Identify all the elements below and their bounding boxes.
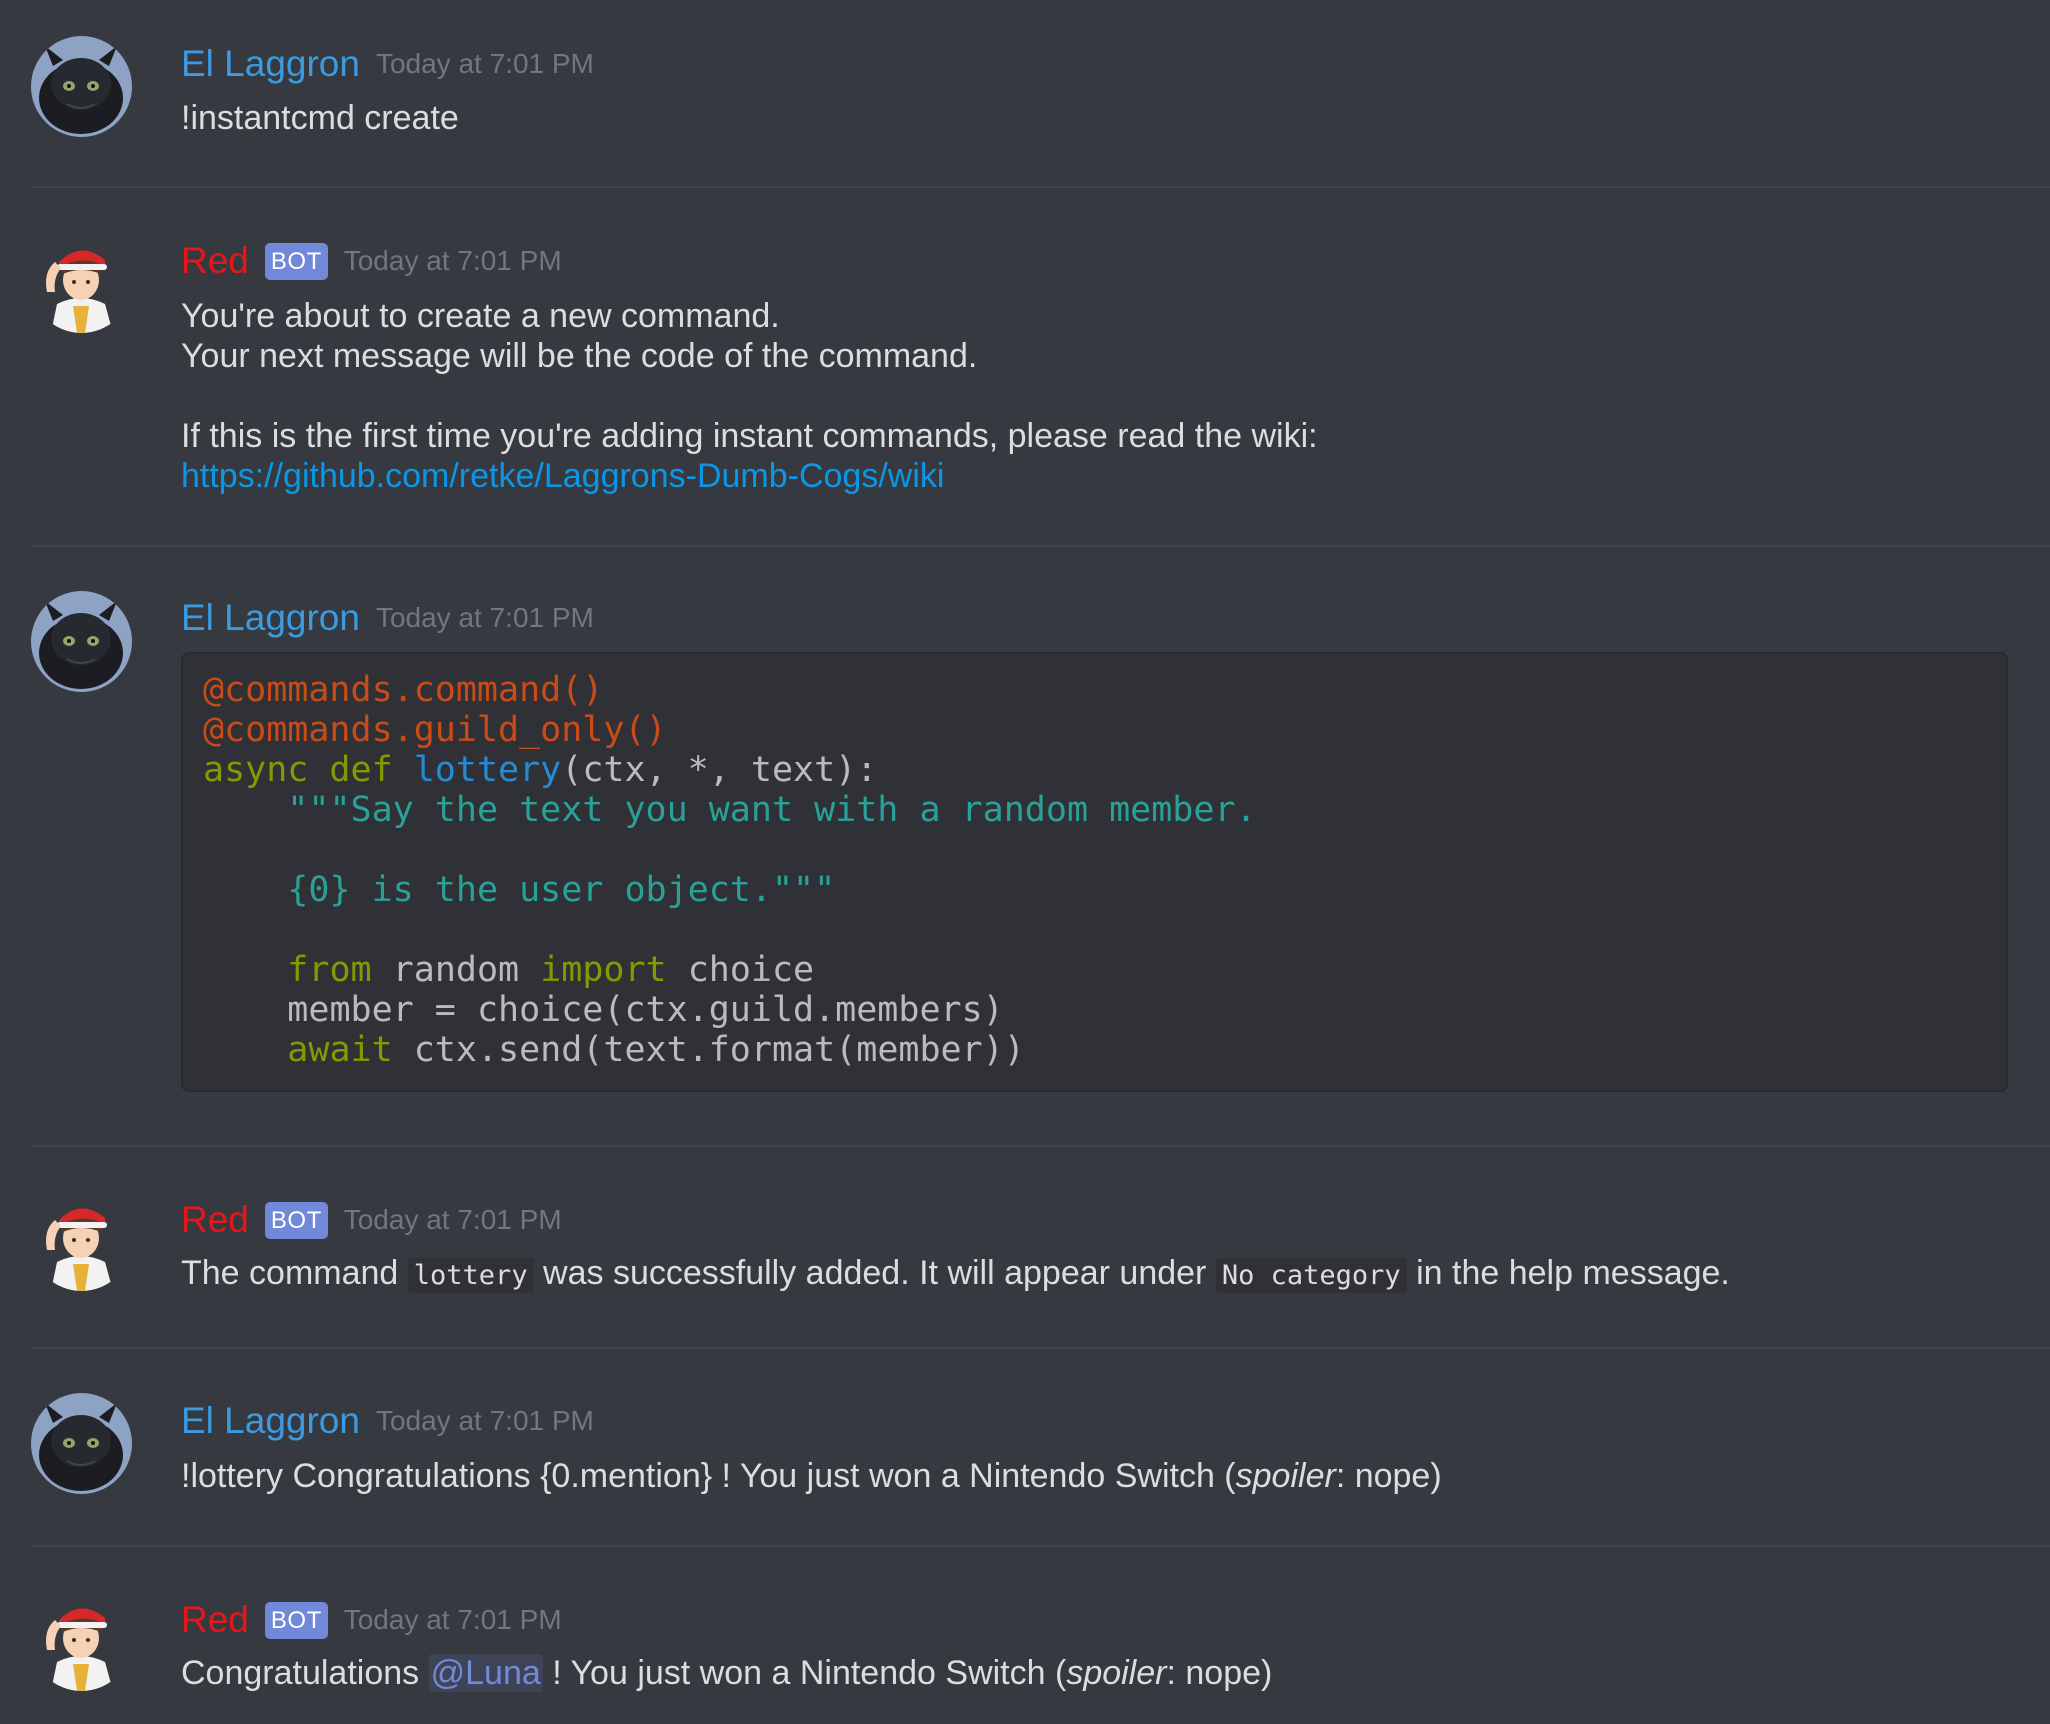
message-content: Congratulations @Luna ! You just won a N… [181, 1653, 1272, 1693]
code-line: @commands.command() [203, 670, 604, 710]
author-name[interactable]: El Laggron [181, 43, 360, 85]
italic-text: spoiler [1066, 1654, 1167, 1692]
message-line: Your next message will be the code of th… [181, 337, 978, 375]
author-name[interactable]: Red [181, 1599, 249, 1641]
bot-badge: BOT [264, 242, 328, 280]
code-text: choice [687, 950, 815, 990]
message-text: ! You just won a Nintendo Switch ( [552, 1654, 1067, 1692]
message-text: : nope) [1335, 1457, 1442, 1495]
trainer-avatar[interactable] [31, 1590, 132, 1691]
message-header: Red BOT Today at 7:01 PM [181, 236, 562, 286]
message-text: !lottery Congratulations {0.mention} ! Y… [181, 1457, 1236, 1495]
message-divider [31, 1347, 2050, 1349]
code-keyword: await [287, 1030, 393, 1070]
code-line: @commands.guild_only() [203, 710, 667, 750]
message-header: El Laggron Today at 7:01 PM [181, 593, 594, 643]
message-text: in the help message. [1416, 1254, 1730, 1292]
message-divider [31, 545, 2050, 547]
bot-badge: BOT [264, 1601, 328, 1639]
inline-code: lottery [407, 1258, 534, 1293]
message-content: !lottery Congratulations {0.mention} ! Y… [181, 1456, 1442, 1496]
chat-messages: El Laggron Today at 7:01 PM !instantcmd … [0, 0, 2050, 1724]
message-divider [31, 1545, 2050, 1547]
code-text: ctx.send(text.format(member)) [413, 1030, 1025, 1070]
message-header: El Laggron Today at 7:01 PM [181, 39, 594, 89]
author-name[interactable]: El Laggron [181, 597, 360, 639]
user-mention[interactable]: @Luna [428, 1654, 543, 1692]
wiki-link-container: https://github.com/retke/Laggrons-Dumb-C… [181, 456, 944, 496]
code-block[interactable]: @commands.command() @commands.guild_only… [181, 652, 2008, 1092]
inline-code: No category [1215, 1258, 1407, 1293]
message-text: The command [181, 1254, 399, 1292]
code-text: (ctx, *, text): [561, 750, 878, 790]
message-text: Congratulations [181, 1654, 420, 1692]
message-header: El Laggron Today at 7:01 PM [181, 1396, 594, 1446]
timestamp: Today at 7:01 PM [343, 245, 562, 276]
dragon-avatar[interactable] [31, 591, 132, 692]
author-name[interactable]: El Laggron [181, 1400, 360, 1442]
code-docstring: {0} is the user object.""" [287, 870, 836, 910]
trainer-avatar[interactable] [31, 1190, 132, 1291]
code-keyword: from [287, 950, 372, 990]
italic-text: spoiler [1235, 1457, 1336, 1495]
message-divider [31, 186, 2050, 188]
dragon-avatar[interactable] [31, 36, 132, 137]
timestamp: Today at 7:01 PM [343, 1204, 562, 1235]
message-line: You're about to create a new command. [181, 297, 780, 335]
code-docstring: """Say the text you want with a random m… [287, 790, 1257, 830]
timestamp: Today at 7:01 PM [375, 602, 594, 633]
bot-badge: BOT [264, 1201, 328, 1239]
wiki-link[interactable]: https://github.com/retke/Laggrons-Dumb-C… [181, 457, 944, 495]
trainer-avatar[interactable] [31, 232, 132, 333]
message-content: !instantcmd create [181, 99, 459, 137]
message-text: was successfully added. It will appear u… [543, 1254, 1207, 1292]
timestamp: Today at 7:01 PM [375, 48, 594, 79]
code-line: member = choice(ctx.guild.members) [287, 990, 1004, 1030]
message-divider [31, 1145, 2050, 1147]
timestamp: Today at 7:01 PM [343, 1604, 562, 1635]
code-text: random [392, 950, 520, 990]
message-line: If this is the first time you're adding … [181, 417, 1318, 455]
message-header: Red BOT Today at 7:01 PM [181, 1595, 562, 1645]
message-text: : nope) [1166, 1654, 1273, 1692]
code-function-name: lottery [413, 750, 562, 790]
message-content: The command lottery was successfully add… [181, 1253, 1730, 1296]
code-keyword: async def [203, 750, 393, 790]
message-header: Red BOT Today at 7:01 PM [181, 1195, 562, 1245]
timestamp: Today at 7:01 PM [375, 1405, 594, 1436]
code-keyword: import [540, 950, 667, 990]
dragon-avatar[interactable] [31, 1393, 132, 1494]
author-name[interactable]: Red [181, 240, 249, 282]
author-name[interactable]: Red [181, 1199, 249, 1241]
